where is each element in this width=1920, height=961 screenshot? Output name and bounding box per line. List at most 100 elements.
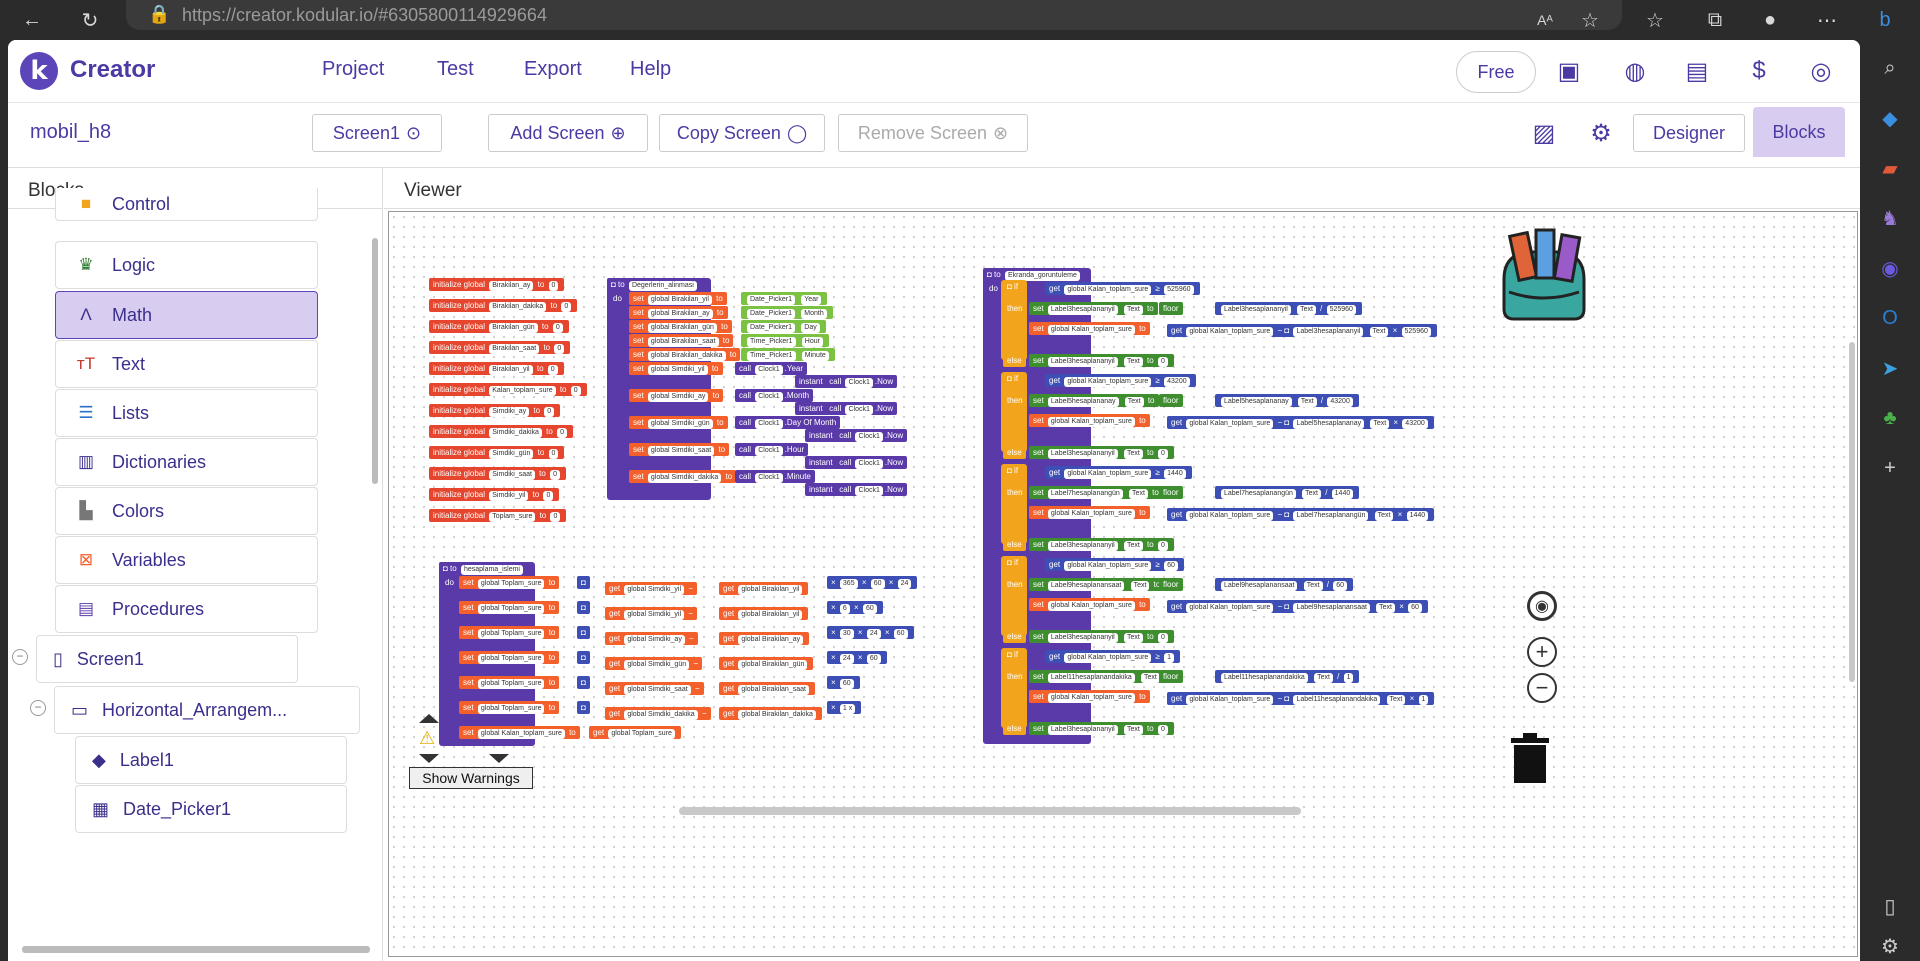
get-block[interactable]: get global Simdiki_ay − — [605, 632, 698, 645]
clock-now-block[interactable]: instant call Clock1 .Now — [795, 375, 898, 388]
backpack-icon[interactable] — [1484, 224, 1594, 324]
set-text-block[interactable]: set Label3hesaplananyil Text to 0 — [1029, 722, 1174, 735]
clock-call-block[interactable]: call Clock1 .Hour — [735, 443, 809, 456]
divide-block[interactable]: Label9hesaplanansaat Text / 60 — [1215, 578, 1353, 591]
if-label[interactable]: ◘ if — [1003, 648, 1023, 661]
url-bar[interactable]: 🔒 https://creator.kodular.io/#63058001149… — [126, 0, 1622, 30]
global-init-block[interactable]: initialize global Simdiki_gün to 0 — [429, 446, 565, 459]
get-block[interactable]: get global Birakilan_saat — [719, 682, 815, 695]
divide-block[interactable]: Label5hesaplananay Text / 43200 — [1215, 394, 1359, 407]
global-init-block[interactable]: initialize global Kalan_toplam_sure to 0 — [429, 383, 587, 396]
starred-folder-icon[interactable]: ▣ — [1554, 56, 1584, 86]
tree-item-horizontal-arrangement[interactable]: ▭ Horizontal_Arrangem... — [54, 686, 360, 734]
block-category-dictionaries[interactable]: ▥ Dictionaries — [55, 438, 318, 486]
else-label[interactable]: else — [1003, 722, 1026, 735]
compare-block[interactable]: get global Kalan_toplam_sure ≥ 1 — [1045, 650, 1181, 663]
zoom-in-icon[interactable]: + — [1527, 637, 1557, 667]
do-label[interactable]: do — [985, 282, 1002, 295]
get-block[interactable]: get global Simdiki_dakika − — [605, 707, 711, 720]
set-block[interactable]: set global Toplam_sure to — [459, 651, 560, 664]
set-block[interactable]: set global Simdiki_yil to — [629, 362, 723, 375]
divide-block[interactable]: Label3hesaplananyil Text / 525960 — [1215, 302, 1362, 315]
get-block[interactable]: get global Birakilan_yil — [719, 582, 809, 595]
floor-block[interactable]: floor — [1159, 578, 1183, 591]
menu-export[interactable]: Export — [524, 58, 582, 81]
set-text-block[interactable]: set Label3hesaplananyil Text to 0 — [1029, 446, 1174, 459]
compare-block[interactable]: get global Kalan_toplam_sure ≥ 1440 — [1045, 466, 1192, 479]
guide-icon[interactable]: ▤ — [1682, 56, 1712, 86]
settings-gear-icon[interactable]: ⚙ — [1874, 930, 1906, 961]
get-block[interactable]: get global Simdiki_gün − — [605, 657, 703, 670]
set-block[interactable]: set global Kalan_toplam_sure to — [1029, 506, 1150, 519]
get-block[interactable]: get global Birakilan_gün — [719, 657, 814, 670]
floor-block[interactable]: floor — [1159, 302, 1183, 315]
set-text-block[interactable]: set Label9hesaplanansaat Text to — [1029, 578, 1165, 591]
workspace-hscrollbar[interactable] — [679, 807, 1301, 815]
set-block[interactable]: set global Toplam_sure to — [459, 701, 560, 714]
global-init-block[interactable]: initialize global Simdiki_yil to 0 — [429, 488, 560, 501]
block-category-text[interactable]: ᴛT Text — [55, 340, 318, 388]
math-block[interactable]: ◘ — [577, 576, 590, 589]
compare-block[interactable]: get global Kalan_toplam_sure ≥ 525960 — [1045, 282, 1200, 295]
divide-block[interactable]: Label7hesaplanangün Text / 1440 — [1215, 486, 1360, 499]
getter-block[interactable]: Time_Picker1 Minute — [741, 348, 835, 361]
block-category-procedures[interactable]: ▤ Procedures — [55, 585, 318, 633]
tree-item-date-picker1[interactable]: ▦ Date_Picker1 — [75, 785, 347, 833]
set-block[interactable]: set global Kalan_toplam_sure to — [1029, 322, 1150, 335]
center-target-icon[interactable]: ◉ — [1527, 591, 1557, 621]
copilot-icon[interactable]: ◉ — [1874, 252, 1906, 284]
then-label[interactable]: then — [1003, 670, 1027, 683]
set-block[interactable]: set global Birakilan_saat to — [629, 334, 734, 347]
clock-call-block[interactable]: call Clock1 .Year — [735, 362, 808, 375]
get-block[interactable]: get global Toplam_sure — [589, 726, 681, 739]
set-text-block[interactable]: set Label7hesaplanangün Text to — [1029, 486, 1163, 499]
set-block[interactable]: set global Toplam_sure to — [459, 576, 560, 589]
blocks-button[interactable]: Blocks — [1753, 107, 1845, 157]
global-init-block[interactable]: initialize global Birakilan_saat to 0 — [429, 341, 571, 354]
back-icon[interactable]: ← — [12, 0, 52, 40]
get-block[interactable]: get global Birakilan_dakika — [719, 707, 822, 720]
favorite-add-icon[interactable]: ☆ — [1575, 0, 1605, 40]
set-block[interactable]: set global Kalan_toplam_sure to — [1029, 690, 1150, 703]
get-block[interactable]: get global Simdiki_yil − — [605, 607, 697, 620]
profile-icon[interactable]: ● — [1755, 0, 1785, 40]
clock-call-block[interactable]: call Clock1 .Minute — [735, 470, 815, 483]
designer-button[interactable]: Designer — [1633, 114, 1745, 152]
compare-block[interactable]: get global Kalan_toplam_sure ≥ 60 — [1045, 558, 1184, 571]
clock-call-block[interactable]: call Clock1 .Month — [735, 389, 814, 402]
getter-block[interactable]: Date_Picker1 Month — [741, 306, 833, 319]
global-init-block[interactable]: initialize global Birakilan_ay to 0 — [429, 278, 565, 291]
set-block[interactable]: set global Toplam_sure to — [459, 676, 560, 689]
floor-block[interactable]: floor — [1159, 486, 1183, 499]
set-block[interactable]: set global Birakilan_ay to — [629, 306, 728, 319]
toolbox-icon[interactable]: ▰ — [1874, 152, 1906, 184]
gear-icon[interactable]: ⚙ — [1586, 118, 1616, 148]
global-init-block[interactable]: initialize global Birakilan_yil to 0 — [429, 362, 564, 375]
block-category-logic[interactable]: ♛ Logic — [55, 241, 318, 289]
subtract-block[interactable]: get global Kalan_toplam_sure − ◘ Label11… — [1167, 692, 1435, 705]
compare-block[interactable]: get global Kalan_toplam_sure ≥ 43200 — [1045, 374, 1196, 387]
set-block[interactable]: set global Toplam_sure to — [459, 601, 560, 614]
sidebar-toggle-icon[interactable]: ▯ — [1874, 890, 1906, 922]
set-text-block[interactable]: set Label11hesaplanandakika Text to — [1029, 670, 1175, 683]
menu-help[interactable]: Help — [630, 58, 671, 81]
multiply-block[interactable]: × 6 × 60 — [827, 601, 883, 614]
subtract-block[interactable]: get global Kalan_toplam_sure − ◘ Label5h… — [1167, 416, 1434, 429]
block-category-math[interactable]: Λ Math — [55, 291, 318, 339]
get-block[interactable]: get global Simdiki_saat − — [605, 682, 704, 695]
math-block[interactable]: ◘ — [577, 676, 590, 689]
collapse-arrangement-icon[interactable]: − — [30, 700, 46, 716]
else-label[interactable]: else — [1003, 538, 1026, 551]
tag-icon[interactable]: ◆ — [1874, 102, 1906, 134]
else-label[interactable]: else — [1003, 446, 1026, 459]
floor-block[interactable]: floor — [1159, 670, 1183, 683]
clock-call-block[interactable]: call Clock1 .Day Of Month — [735, 416, 841, 429]
remove-screen-button[interactable]: Remove Screen ⊗ — [838, 114, 1028, 152]
math-block[interactable]: ◘ — [577, 701, 590, 714]
workspace-vscrollbar[interactable] — [1849, 342, 1855, 682]
set-text-block[interactable]: set Label3hesaplananyil Text to 0 — [1029, 630, 1174, 643]
set-block[interactable]: set global Simdiki_dakika to — [629, 470, 737, 483]
refresh-icon[interactable]: ↻ — [70, 0, 110, 40]
set-block[interactable]: set global Simdiki_gün to — [629, 416, 728, 429]
warning-down-arrow-icon[interactable] — [419, 754, 439, 763]
